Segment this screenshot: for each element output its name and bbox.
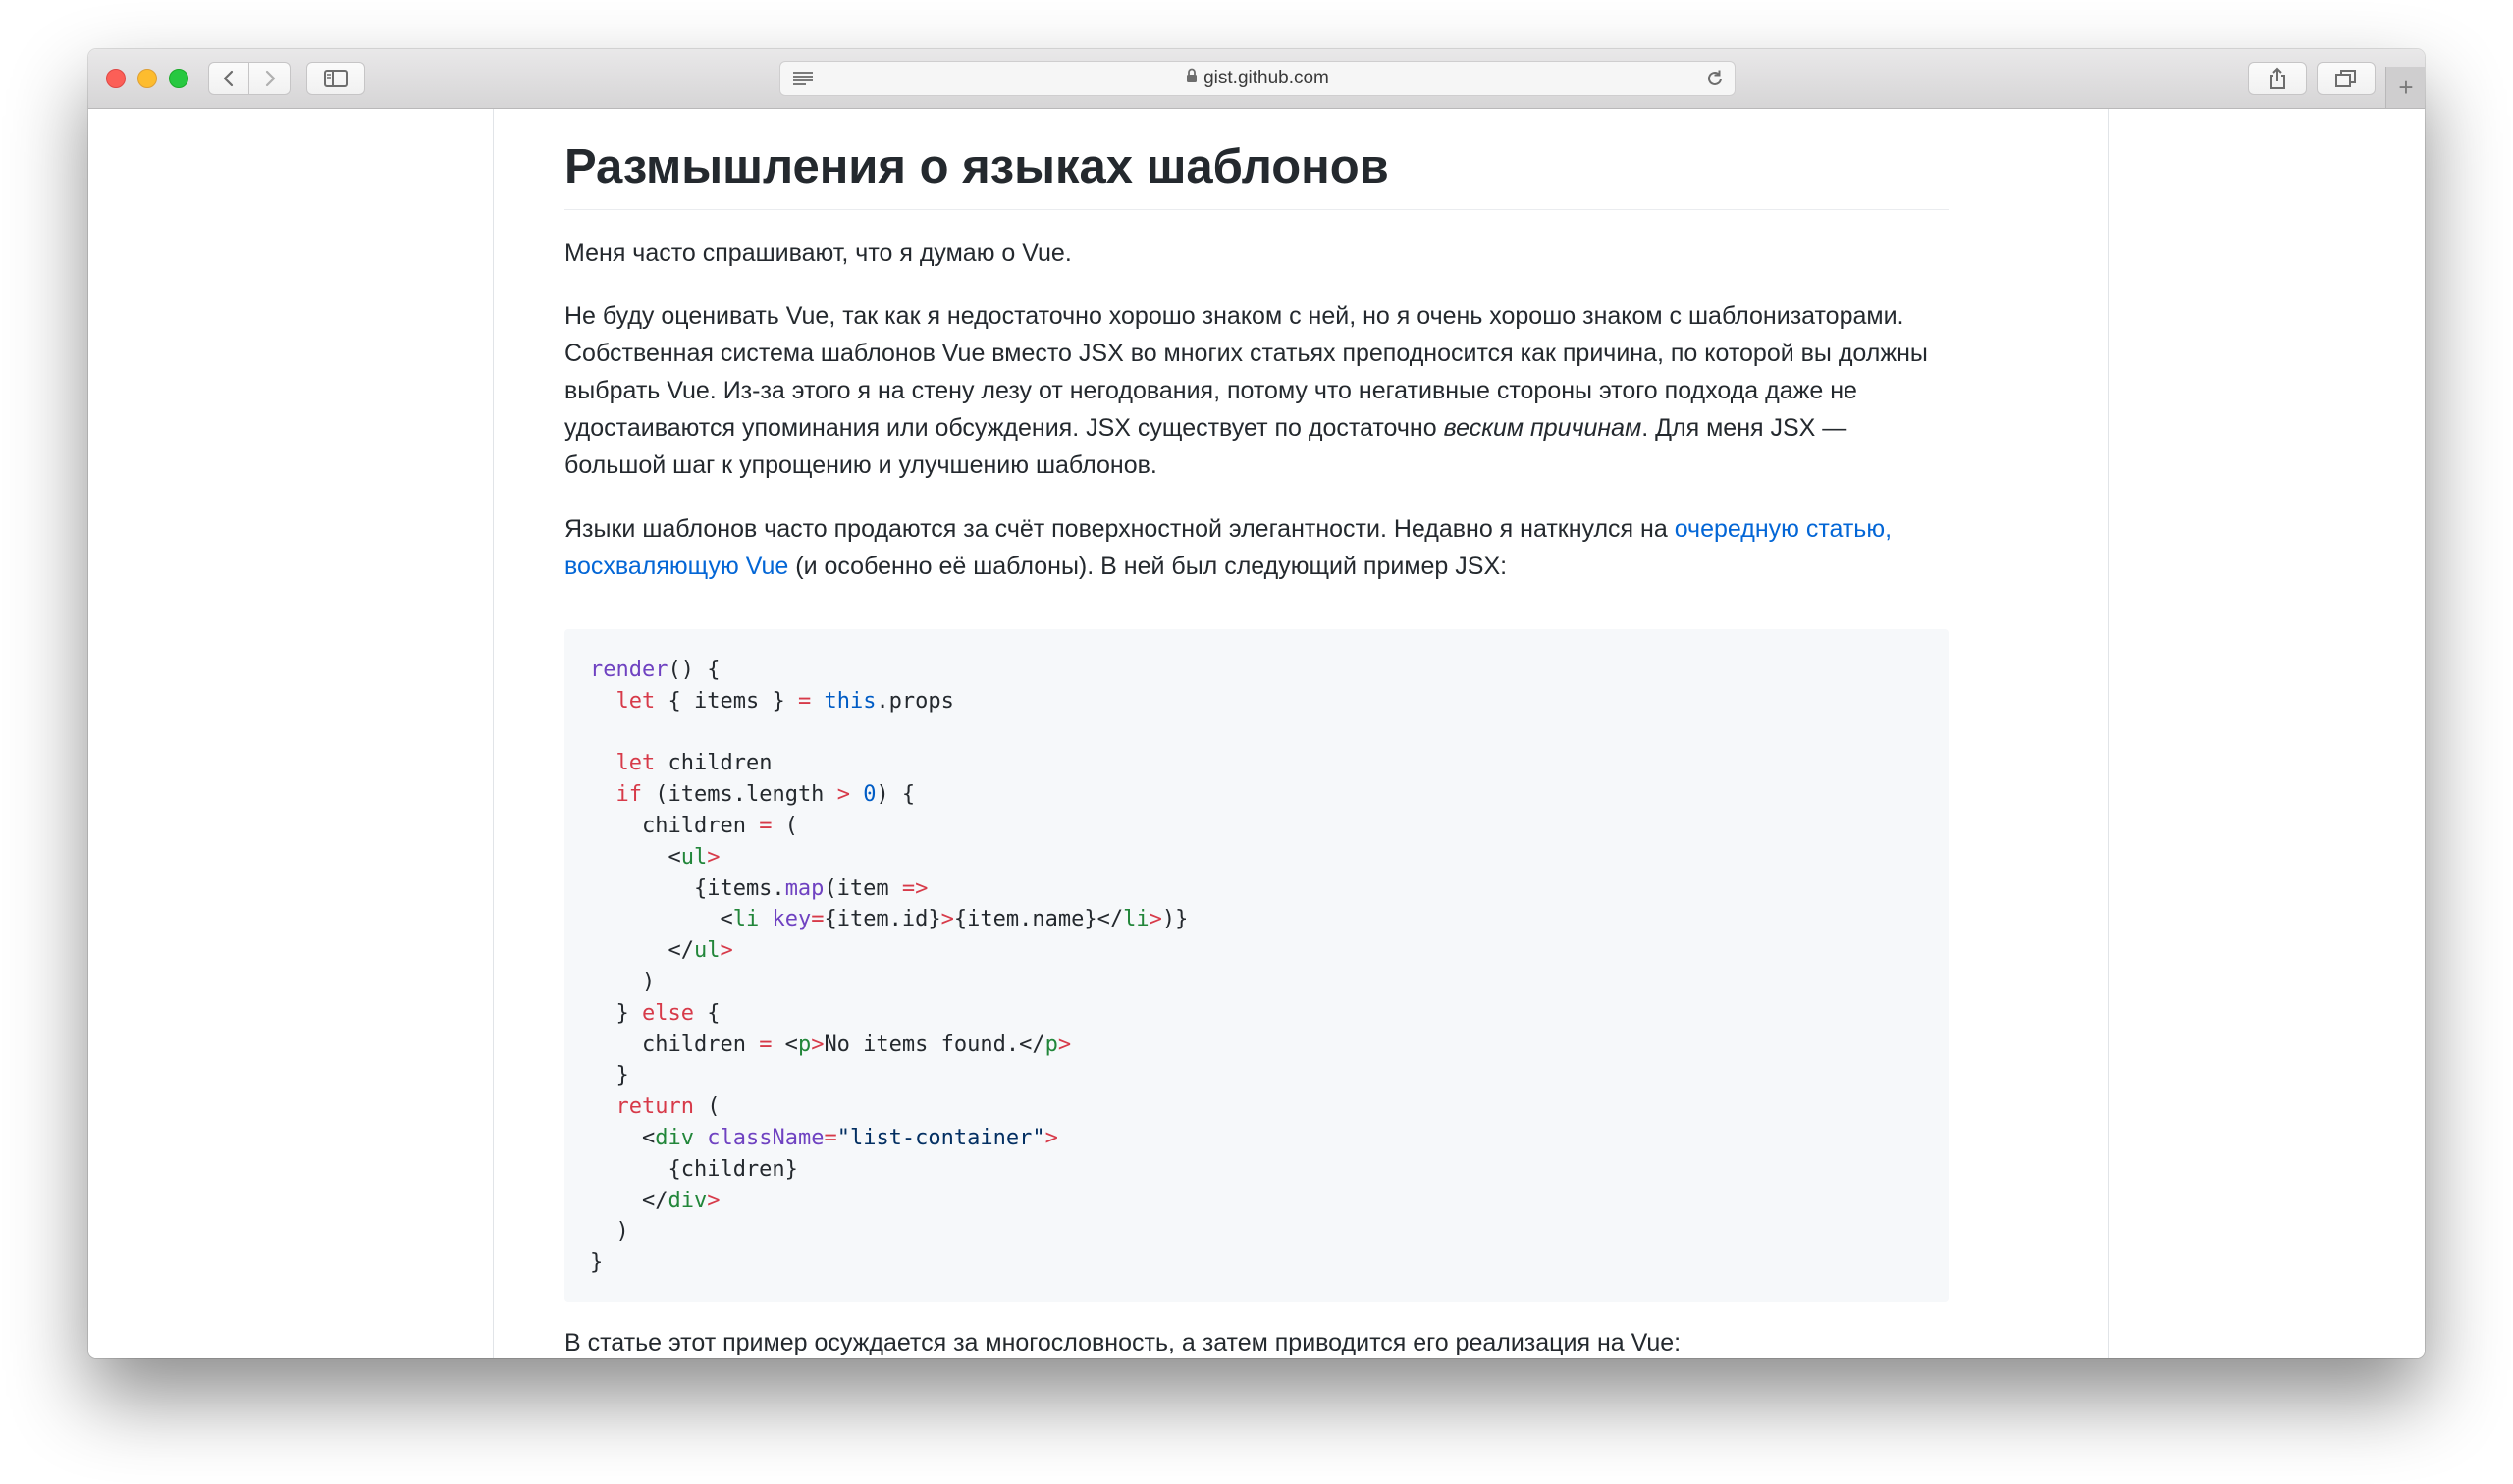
- code-line: {children}: [668, 1156, 798, 1182]
- browser-toolbar: gist.github.com +: [88, 49, 2425, 109]
- url-display: gist.github.com: [780, 62, 1735, 95]
- minimize-icon[interactable]: [137, 69, 157, 88]
- sidebar-button[interactable]: [306, 62, 365, 95]
- code-line: let { items } = this.props: [615, 688, 954, 714]
- zoom-icon[interactable]: [169, 69, 188, 88]
- close-icon[interactable]: [106, 69, 126, 88]
- code-line: children = (: [590, 813, 798, 838]
- paragraph-intro: Меня часто спрашивают, что я думаю о Vue…: [564, 239, 1072, 267]
- code-line: } else {: [590, 1000, 721, 1026]
- url-text: gist.github.com: [1203, 68, 1329, 89]
- code-line: <ul>: [590, 844, 721, 870]
- code-line: <li key={item.id}>{item.name}</li>)}: [590, 907, 1189, 932]
- code-content: render() { let { items } = this.props le…: [590, 655, 1923, 1279]
- back-icon: [223, 70, 234, 87]
- tabs-overview-button[interactable]: [2317, 62, 2376, 95]
- code-line: ): [615, 1219, 629, 1245]
- code-line: {items.map(item =>: [590, 875, 929, 901]
- new-tab-button[interactable]: +: [2385, 67, 2425, 108]
- code-line: let children: [615, 751, 773, 776]
- code-line: if (items.length > 0) {: [615, 782, 916, 808]
- share-button[interactable]: [2248, 62, 2307, 95]
- forward-icon: [265, 70, 275, 87]
- back-button[interactable]: [208, 62, 249, 95]
- code-line: </div>: [590, 1188, 721, 1213]
- paragraph-jsx-opinion: Не буду оценивать Vue, так как я недоста…: [564, 297, 1949, 484]
- browser-window: gist.github.com + Размышления о языках ш…: [88, 49, 2425, 1358]
- sidebar-icon: [324, 70, 348, 87]
- emphasis-text: веским причинам: [1443, 414, 1642, 442]
- paragraph-text: Языки шаблонов часто продаются за счёт п…: [564, 515, 1675, 543]
- address-bar[interactable]: gist.github.com: [779, 61, 1736, 96]
- code-line: ): [641, 969, 656, 994]
- code-block: render() { let { items } = this.props le…: [564, 629, 1949, 1302]
- tabs-icon: [2335, 70, 2356, 87]
- lock-icon: [1186, 62, 1198, 95]
- share-icon: [2270, 67, 2285, 89]
- paragraph-text-end: (и особенно её шаблоны). В ней был следу…: [788, 553, 1508, 580]
- forward-button[interactable]: [249, 62, 291, 95]
- paragraph-templates: Языки шаблонов часто продаются за счёт п…: [564, 510, 1949, 585]
- code-line: }: [590, 1250, 604, 1276]
- new-tab-icon: +: [2398, 72, 2414, 102]
- code-line: render() {: [590, 658, 721, 682]
- code-line: return (: [615, 1094, 721, 1120]
- code-line: }: [615, 1063, 629, 1088]
- code-line: </ul>: [590, 938, 733, 964]
- paragraph-criticism: В статье этот пример осуждается за много…: [564, 1329, 1682, 1356]
- code-line: children = <p>No items found.</p>: [590, 1032, 1072, 1057]
- code-line: <div className="list-container">: [590, 1125, 1058, 1150]
- page-title: Размышления о языках шаблонов: [564, 136, 1949, 210]
- navigation-buttons: [208, 62, 291, 95]
- reload-icon[interactable]: [1705, 69, 1725, 88]
- page-viewport: Размышления о языках шаблонов Меня часто…: [88, 109, 2425, 1358]
- gist-article: Размышления о языках шаблонов Меня часто…: [493, 109, 2109, 1358]
